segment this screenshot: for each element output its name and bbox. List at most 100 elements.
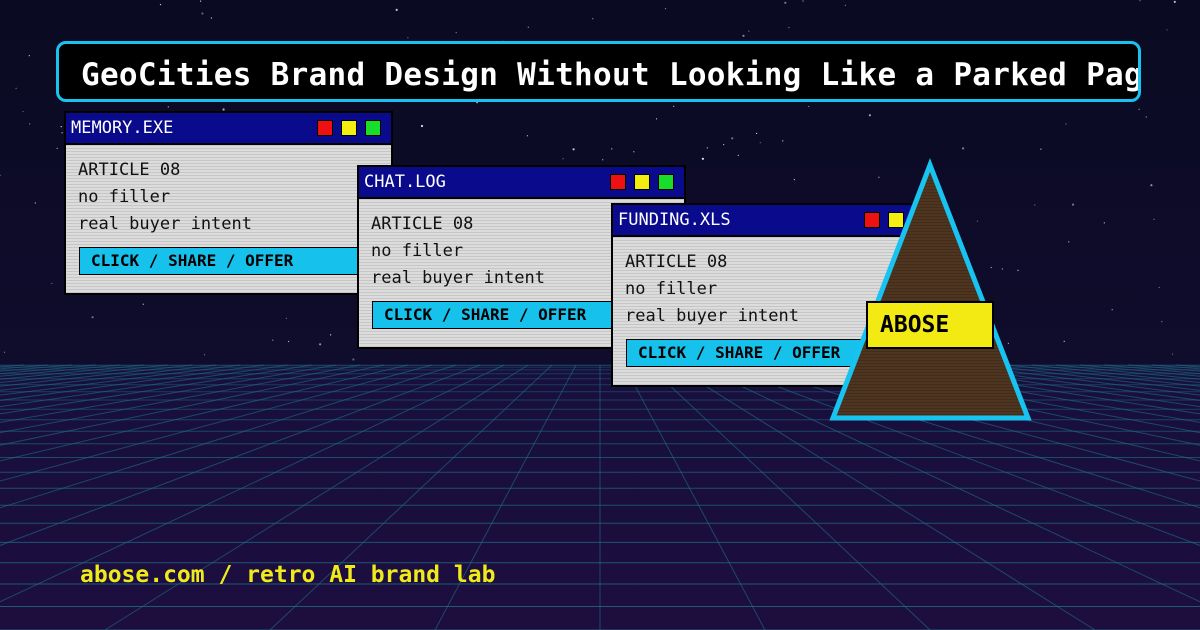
star <box>51 282 53 285</box>
tagline-buyer-intent: real buyer intent <box>78 214 252 234</box>
star <box>200 0 202 2</box>
star <box>788 27 790 29</box>
star <box>793 179 796 181</box>
star <box>1139 0 1141 2</box>
star <box>784 1 787 4</box>
star <box>455 31 457 34</box>
star <box>1150 184 1153 187</box>
star <box>1071 203 1075 206</box>
tagline-no-filler: no filler <box>78 187 171 207</box>
star <box>723 144 725 146</box>
star <box>962 147 965 150</box>
star <box>655 118 658 120</box>
star <box>572 148 575 151</box>
window-title: CHAT.LOG <box>364 172 446 192</box>
star <box>1166 29 1168 31</box>
star <box>1034 204 1036 206</box>
star <box>1153 218 1155 220</box>
star <box>701 157 705 160</box>
star <box>203 354 206 356</box>
star <box>22 110 24 113</box>
window-titlebar[interactable]: MEMORY.EXE <box>66 113 391 145</box>
star <box>15 87 17 89</box>
pyramid-logo <box>829 158 1032 421</box>
window-memory-exe[interactable]: MEMORY.EXE ARTICLE 08 no filler real buy… <box>64 111 393 295</box>
star <box>1171 353 1174 355</box>
article-number: ARTICLE 08 <box>625 252 728 272</box>
star <box>664 8 667 10</box>
headline-title: GeoCities Brand Design Without Looking L… <box>81 57 1141 93</box>
star <box>673 105 675 107</box>
star <box>611 148 613 150</box>
minimize-button[interactable] <box>341 120 357 136</box>
star <box>868 114 872 117</box>
minimize-button[interactable] <box>634 174 650 190</box>
article-number: ARTICLE 08 <box>371 214 474 234</box>
star <box>60 126 62 128</box>
star <box>272 339 274 341</box>
star <box>1065 123 1067 125</box>
window-title: FUNDING.XLS <box>618 210 731 230</box>
star <box>706 147 708 149</box>
star <box>756 132 758 134</box>
star <box>602 159 604 161</box>
star <box>1103 222 1105 224</box>
star <box>592 18 594 20</box>
star <box>782 140 784 142</box>
footer-tagline: abose.com / retro AI brand lab <box>80 562 496 588</box>
close-button[interactable] <box>317 120 333 136</box>
star <box>285 317 287 319</box>
star <box>91 316 94 319</box>
tagline-buyer-intent: real buyer intent <box>625 306 799 326</box>
star <box>61 132 63 134</box>
star <box>29 123 31 125</box>
star <box>28 55 30 57</box>
star <box>1111 309 1113 311</box>
star <box>201 12 204 15</box>
star <box>395 8 398 11</box>
star <box>1145 116 1147 118</box>
star <box>210 17 212 19</box>
close-button[interactable] <box>610 174 626 190</box>
star <box>288 340 290 343</box>
star <box>407 37 409 39</box>
star <box>167 106 169 108</box>
star <box>56 147 58 149</box>
star <box>1173 0 1176 3</box>
article-number: ARTICLE 08 <box>78 160 181 180</box>
star <box>1063 340 1065 342</box>
star <box>1068 241 1070 243</box>
star <box>330 334 332 336</box>
abose-badge: ABOSE <box>866 301 994 349</box>
star <box>808 105 810 108</box>
star <box>1138 108 1140 110</box>
star <box>633 151 635 153</box>
star <box>737 154 739 156</box>
star <box>159 4 162 6</box>
window-titlebar[interactable]: CHAT.LOG <box>359 167 684 199</box>
star <box>731 137 734 140</box>
star <box>527 26 529 28</box>
star <box>1158 286 1160 289</box>
star <box>352 358 355 361</box>
star <box>34 202 36 204</box>
star <box>759 142 761 144</box>
headline-banner: GeoCities Brand Design Without Looking L… <box>56 41 1141 102</box>
star <box>802 0 804 2</box>
star <box>420 124 424 128</box>
tagline-no-filler: no filler <box>371 241 464 261</box>
maximize-button[interactable] <box>658 174 674 190</box>
star <box>844 4 847 6</box>
star <box>319 343 322 346</box>
star <box>526 135 529 137</box>
cta-button[interactable]: CLICK / SHARE / OFFER <box>79 247 379 275</box>
star <box>142 303 144 305</box>
star <box>742 34 745 37</box>
maximize-button[interactable] <box>365 120 381 136</box>
star <box>3 351 6 353</box>
star <box>748 30 750 32</box>
tagline-buyer-intent: real buyer intent <box>371 268 545 288</box>
star <box>1040 148 1042 150</box>
tagline-no-filler: no filler <box>625 279 718 299</box>
window-title: MEMORY.EXE <box>71 118 174 138</box>
